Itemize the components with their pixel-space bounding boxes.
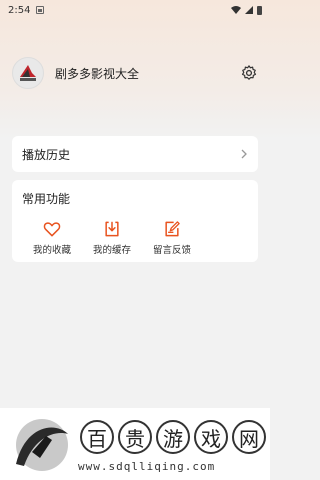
watermark-char: 贵 bbox=[118, 420, 152, 454]
status-bar: 2:54 bbox=[0, 0, 270, 20]
watermark-characters: 百 贵 游 戏 网 bbox=[80, 420, 266, 454]
profile-header: 剧多多影视大全 bbox=[12, 56, 258, 90]
avatar[interactable] bbox=[12, 57, 44, 89]
watermark-char: 游 bbox=[156, 420, 190, 454]
app-logo-icon bbox=[20, 65, 36, 81]
watermark-url: www.sdqlliqing.com bbox=[78, 460, 216, 473]
download-icon bbox=[105, 221, 119, 237]
status-icons bbox=[231, 5, 262, 15]
heart-icon bbox=[43, 222, 61, 237]
status-time: 2:54 bbox=[8, 4, 31, 16]
cache-button[interactable]: 我的缓存 bbox=[82, 219, 142, 256]
play-history-row[interactable]: 播放历史 bbox=[12, 136, 258, 172]
gear-icon[interactable] bbox=[240, 64, 258, 82]
notification-icon bbox=[36, 6, 45, 14]
favorites-button[interactable]: 我的收藏 bbox=[22, 219, 82, 256]
features-row: 我的收藏 我的缓存 留言反馈 bbox=[22, 219, 248, 256]
watermark-banner: 百 贵 游 戏 网 www.sdqlliqing.com bbox=[0, 408, 270, 480]
common-features-card: 常用功能 我的收藏 我的缓存 留言反馈 bbox=[12, 180, 258, 262]
edit-icon bbox=[165, 221, 180, 237]
play-history-label: 播放历史 bbox=[22, 147, 71, 162]
chevron-right-icon bbox=[241, 149, 247, 159]
watermark-char: 网 bbox=[232, 420, 266, 454]
feedback-label: 留言反馈 bbox=[152, 245, 191, 256]
watermark-logo-icon bbox=[16, 419, 68, 471]
watermark-char: 百 bbox=[80, 420, 114, 454]
wifi-icon bbox=[231, 6, 241, 14]
cache-label: 我的缓存 bbox=[92, 245, 131, 256]
signal-icon bbox=[245, 6, 253, 14]
feedback-button[interactable]: 留言反馈 bbox=[142, 219, 202, 256]
app-name: 剧多多影视大全 bbox=[55, 66, 140, 81]
battery-icon bbox=[257, 5, 262, 15]
favorites-label: 我的收藏 bbox=[32, 245, 71, 256]
common-features-title: 常用功能 bbox=[22, 192, 71, 206]
watermark-char: 戏 bbox=[194, 420, 228, 454]
